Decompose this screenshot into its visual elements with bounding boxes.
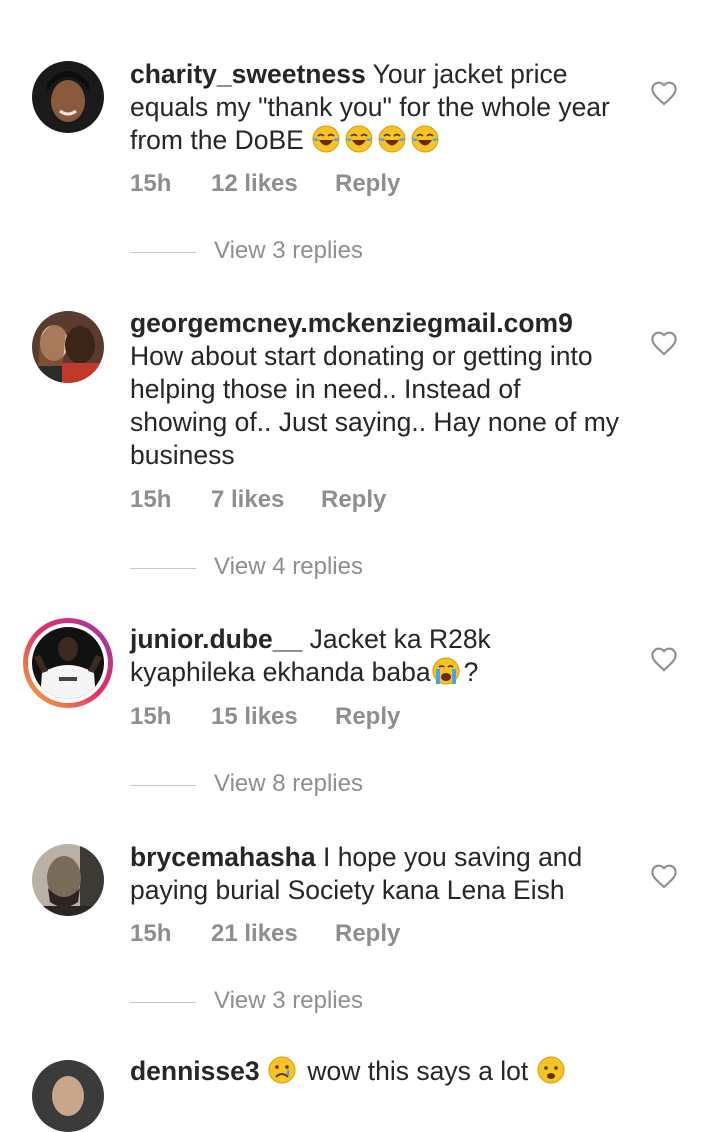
comment-time: 15h bbox=[130, 486, 172, 513]
comment-text: charity_sweetness Your jacket price equa… bbox=[130, 59, 618, 155]
view-replies-button[interactable]: View 8 replies bbox=[130, 770, 530, 800]
divider bbox=[130, 252, 196, 253]
divider bbox=[130, 1002, 196, 1003]
reply-button[interactable]: Reply bbox=[321, 486, 386, 514]
avatar[interactable] bbox=[32, 61, 104, 133]
avatar bbox=[32, 627, 104, 699]
reply-button[interactable]: Reply bbox=[335, 170, 400, 198]
sad-face-emoji-icon bbox=[267, 1055, 297, 1085]
comment-text: georgemcney.mckenziegmail.com9 How about … bbox=[130, 308, 627, 470]
avatar[interactable] bbox=[32, 844, 104, 916]
comment-username[interactable]: charity_sweetness bbox=[130, 59, 366, 89]
view-replies-label: View 4 replies bbox=[214, 553, 363, 580]
comment-username[interactable]: brycemahasha bbox=[130, 842, 316, 872]
view-replies-button[interactable]: View 3 replies bbox=[130, 237, 530, 267]
laughing-tears-emoji-icon bbox=[377, 124, 407, 154]
avatar[interactable] bbox=[32, 311, 104, 383]
reply-button[interactable]: Reply bbox=[335, 920, 400, 948]
comment-time: 15h bbox=[130, 920, 172, 947]
view-replies-label: View 8 replies bbox=[214, 770, 363, 797]
heart-outline-icon[interactable] bbox=[650, 863, 678, 889]
reply-button[interactable]: Reply bbox=[335, 703, 400, 731]
laughing-tears-emoji-icon bbox=[410, 124, 440, 154]
view-replies-button[interactable]: View 4 replies bbox=[130, 553, 530, 583]
laughing-tears-emoji-icon bbox=[311, 124, 341, 154]
view-replies-button[interactable]: View 3 replies bbox=[130, 987, 530, 1017]
likes-count[interactable]: 7 likes bbox=[211, 486, 284, 514]
crying-emoji-icon bbox=[431, 656, 461, 686]
worried-face-emoji-icon bbox=[536, 1055, 566, 1085]
divider bbox=[130, 785, 196, 786]
heart-outline-icon[interactable] bbox=[650, 330, 678, 356]
likes-count[interactable]: 21 likes bbox=[211, 920, 298, 948]
comment-text: junior.dube__ Jacket ka R28k kyaphileka … bbox=[130, 624, 499, 687]
likes-count[interactable]: 12 likes bbox=[211, 170, 298, 198]
heart-outline-icon[interactable] bbox=[650, 80, 678, 106]
comment-text: dennisse3 wow this says a lot bbox=[130, 1055, 620, 1088]
likes-count[interactable]: 15 likes bbox=[211, 703, 298, 731]
comment-username[interactable]: junior.dube__ bbox=[130, 624, 302, 654]
heart-outline-icon[interactable] bbox=[650, 646, 678, 672]
view-replies-label: View 3 replies bbox=[214, 987, 363, 1014]
avatar[interactable] bbox=[32, 1060, 104, 1132]
laughing-tears-emoji-icon bbox=[344, 124, 374, 154]
comment-time: 15h bbox=[130, 703, 172, 730]
comment-text: brycemahasha I hope you saving and payin… bbox=[130, 842, 590, 905]
divider bbox=[130, 568, 196, 569]
comment-time: 15h bbox=[130, 170, 172, 197]
view-replies-label: View 3 replies bbox=[214, 237, 363, 264]
avatar-story-ring[interactable] bbox=[23, 618, 113, 708]
comment-username[interactable]: georgemcney.mckenziegmail.com9 bbox=[130, 308, 573, 338]
